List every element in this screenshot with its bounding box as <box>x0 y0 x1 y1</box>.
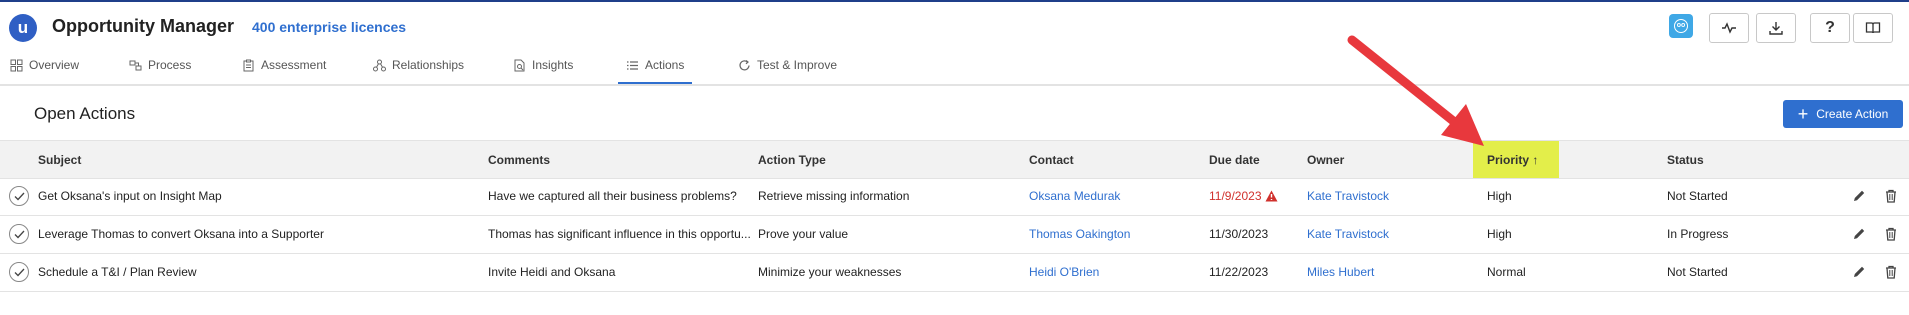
status-cell: In Progress <box>1667 227 1729 241</box>
checkmark-icon <box>14 192 25 201</box>
contact-link[interactable]: Heidi O'Brien <box>1029 265 1099 279</box>
insights-icon <box>514 59 525 72</box>
delete-icon[interactable] <box>1884 265 1898 279</box>
column-header-priority[interactable]: Priority ↑ <box>1487 153 1538 167</box>
tab-process[interactable]: Process <box>129 58 191 84</box>
due-date-value: 11/9/2023 <box>1209 189 1262 203</box>
book-button[interactable] <box>1853 13 1893 43</box>
tab-label: Insights <box>532 58 574 72</box>
tab-label: Overview <box>29 58 80 72</box>
tab-label: Relationships <box>392 58 465 72</box>
priority-cell: Normal <box>1487 265 1526 279</box>
checkmark-icon <box>14 230 25 239</box>
column-header-due-date[interactable]: Due date <box>1209 153 1260 167</box>
grid-icon <box>10 59 23 72</box>
create-action-label: Create Action <box>1816 107 1889 121</box>
tab-label: Test & Improve <box>757 58 838 72</box>
column-header-owner[interactable]: Owner <box>1307 153 1344 167</box>
plus-icon: + <box>1797 104 1809 124</box>
owner-link[interactable]: Miles Hubert <box>1307 265 1374 279</box>
subject-cell[interactable]: Leverage Thomas to convert Oksana into a… <box>38 227 324 241</box>
status-cell: Not Started <box>1667 265 1728 279</box>
contact-link[interactable]: Oksana Medurak <box>1029 189 1120 203</box>
action-type-cell: Prove your value <box>758 227 849 241</box>
tab-actions[interactable]: Actions <box>618 58 693 85</box>
help-button[interactable]: ? <box>1810 13 1850 43</box>
section-title: Open Actions <box>34 104 136 123</box>
priority-cell: High <box>1487 189 1512 203</box>
table-row: Get Oksana's input on Insight Map Have w… <box>0 178 1909 216</box>
complete-action-checkbox[interactable] <box>9 224 29 244</box>
contact-link[interactable]: Thomas Oakington <box>1029 227 1130 241</box>
comments-cell: Invite Heidi and Oksana <box>488 265 616 279</box>
relationships-icon <box>373 59 386 72</box>
tab-divider <box>0 84 1909 86</box>
tab-assessment[interactable]: Assessment <box>242 58 326 84</box>
process-icon <box>129 60 142 71</box>
column-header-action-type[interactable]: Action Type <box>758 153 826 167</box>
due-date-cell: 11/22/2023 <box>1209 265 1269 279</box>
table-row: Leverage Thomas to convert Oksana into a… <box>0 216 1909 254</box>
edit-icon[interactable] <box>1852 227 1866 241</box>
subject-cell[interactable]: Schedule a T&I / Plan Review <box>38 265 197 279</box>
column-header-subject[interactable]: Subject <box>38 153 81 167</box>
download-icon <box>1769 22 1783 35</box>
licences-link[interactable]: 400 enterprise licences <box>252 19 406 35</box>
edit-icon[interactable] <box>1852 189 1866 203</box>
tab-label: Actions <box>645 58 685 72</box>
table-header: Subject Comments Action Type Contact Due… <box>0 140 1909 179</box>
book-icon <box>1865 22 1881 34</box>
user-initials: oo <box>1674 19 1688 33</box>
column-header-comments[interactable]: Comments <box>488 153 550 167</box>
tab-bar: Overview Process Assessment Relationship… <box>0 52 1909 85</box>
list-icon <box>627 61 638 70</box>
warning-icon <box>1265 190 1277 202</box>
column-header-status[interactable]: Status <box>1667 153 1704 167</box>
app-title: Opportunity Manager <box>52 16 235 36</box>
due-date-cell: 11/30/2023 <box>1209 227 1269 241</box>
delete-icon[interactable] <box>1884 227 1898 241</box>
action-type-cell: Retrieve missing information <box>758 189 910 203</box>
table-row: Schedule a T&I / Plan Review Invite Heid… <box>0 254 1909 292</box>
status-cell: Not Started <box>1667 189 1728 203</box>
column-header-contact[interactable]: Contact <box>1029 153 1074 167</box>
tab-insights[interactable]: Insights <box>513 58 573 84</box>
tab-label: Process <box>148 58 192 72</box>
app-logo: u <box>9 14 37 42</box>
refresh-icon <box>739 60 750 71</box>
checkmark-icon <box>14 268 25 277</box>
clipboard-icon <box>243 59 254 72</box>
user-avatar-icon[interactable]: oo <box>1669 14 1693 38</box>
tab-label: Assessment <box>261 58 327 72</box>
complete-action-checkbox[interactable] <box>9 262 29 282</box>
help-icon: ? <box>1825 19 1835 36</box>
tab-test-improve[interactable]: Test & Improve <box>738 58 837 84</box>
complete-action-checkbox[interactable] <box>9 186 29 206</box>
edit-icon[interactable] <box>1852 265 1866 279</box>
activity-icon <box>1722 22 1736 34</box>
action-type-cell: Minimize your weaknesses <box>758 265 902 279</box>
activity-button[interactable] <box>1709 13 1749 43</box>
download-button[interactable] <box>1756 13 1796 43</box>
app-header: u Opportunity Manager 400 enterprise lic… <box>0 2 1909 50</box>
delete-icon[interactable] <box>1884 189 1898 203</box>
owner-link[interactable]: Kate Travistock <box>1307 227 1389 241</box>
subject-cell[interactable]: Get Oksana's input on Insight Map <box>38 189 222 203</box>
tab-overview[interactable]: Overview <box>10 58 79 84</box>
priority-cell: High <box>1487 227 1512 241</box>
comments-cell: Have we captured all their business prob… <box>488 189 737 203</box>
create-action-button[interactable]: + Create Action <box>1783 100 1903 128</box>
owner-link[interactable]: Kate Travistock <box>1307 189 1389 203</box>
tab-relationships[interactable]: Relationships <box>373 58 464 84</box>
comments-cell: Thomas has significant influence in this… <box>488 227 751 241</box>
due-date-cell: 11/9/2023 <box>1209 189 1278 203</box>
